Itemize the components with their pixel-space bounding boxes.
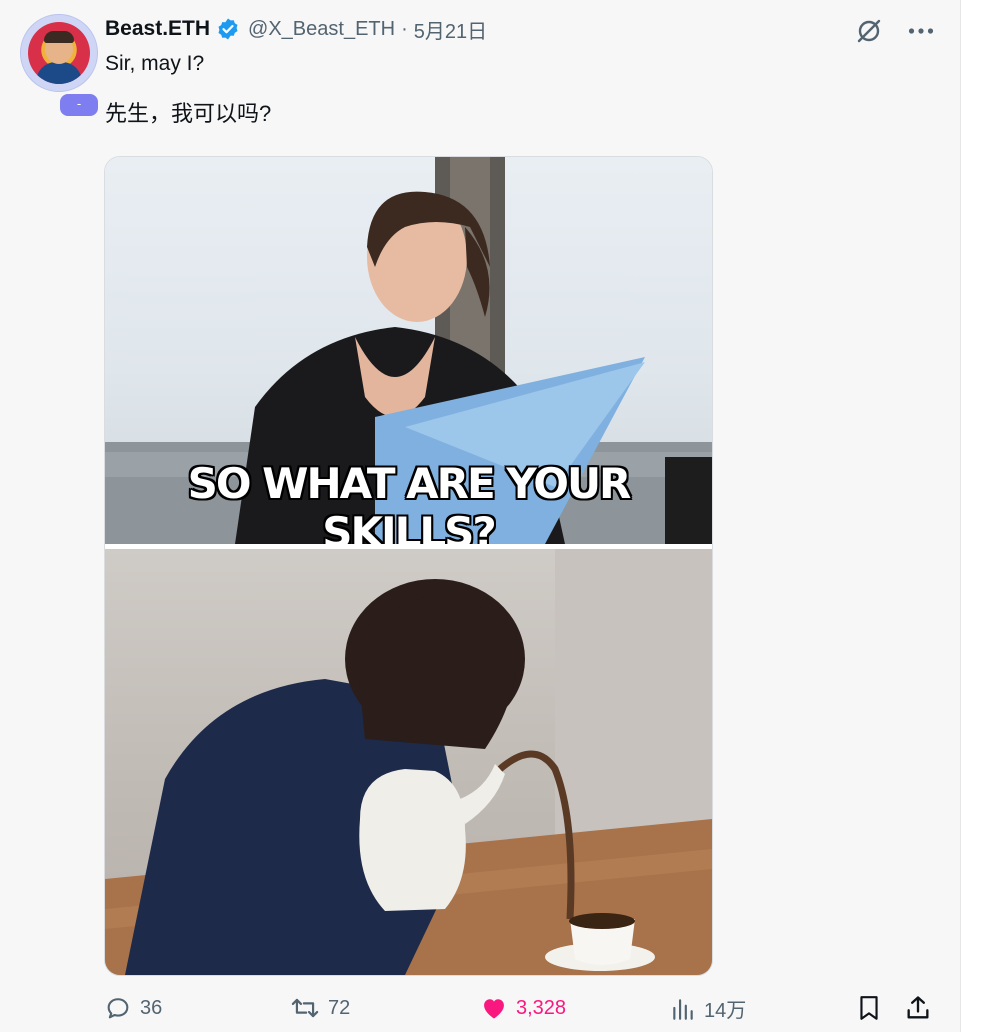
- separator-dot: ·: [401, 17, 408, 40]
- like-button[interactable]: 3,328: [480, 994, 566, 1022]
- repost-icon: [291, 998, 319, 1018]
- avatar-hair: [44, 31, 74, 43]
- grok-icon[interactable]: [854, 16, 884, 46]
- meme-caption: SO WHAT ARE YOUR SKILLS?: [187, 459, 632, 544]
- reply-icon: [107, 998, 129, 1019]
- views-button[interactable]: 14万: [670, 994, 746, 1023]
- top-right-actions: [854, 16, 936, 46]
- post-text-chinese: 先生，我可以吗?: [105, 101, 272, 126]
- meme-panel-teapot: [105, 549, 712, 975]
- action-bar: 36 72 3,328 14万: [104, 994, 944, 1026]
- avatar[interactable]: -: [20, 14, 98, 116]
- verified-icon: [218, 18, 238, 40]
- post-text-english: Sir, may I?: [105, 52, 205, 75]
- repost-button[interactable]: 72: [290, 994, 350, 1022]
- meme-panel-interviewer: SO WHAT ARE YOUR SKILLS?: [105, 157, 712, 544]
- views-icon: [673, 998, 693, 1020]
- reply-button[interactable]: 36: [104, 994, 162, 1022]
- repost-count: 72: [328, 996, 351, 1019]
- author-name[interactable]: Beast.ETH: [105, 17, 210, 41]
- share-icon: [907, 996, 929, 1019]
- post-image[interactable]: SO WHAT ARE YOUR SKILLS?: [104, 156, 713, 976]
- share-button[interactable]: [904, 994, 932, 1022]
- like-icon: [484, 999, 504, 1019]
- avatar-shirt: [36, 62, 82, 84]
- more-icon[interactable]: [906, 16, 936, 46]
- teapot-illustration: [105, 549, 712, 975]
- bookmark-button[interactable]: [856, 994, 882, 1022]
- bookmark-icon: [860, 996, 878, 1020]
- avatar-image: [28, 22, 90, 84]
- avatar-badge: -: [60, 94, 98, 116]
- post-card: - Beast.ETH @X_Beast_ETH · 5月21日 Sir, ma…: [0, 0, 961, 1032]
- views-count: 14万: [704, 1000, 747, 1022]
- like-count: 3,328: [516, 996, 567, 1019]
- author-handle[interactable]: @X_Beast_ETH: [248, 18, 395, 41]
- post-date[interactable]: 5月21日: [414, 15, 487, 44]
- reply-count: 36: [140, 996, 163, 1019]
- post-header: Beast.ETH @X_Beast_ETH · 5月21日: [105, 15, 487, 44]
